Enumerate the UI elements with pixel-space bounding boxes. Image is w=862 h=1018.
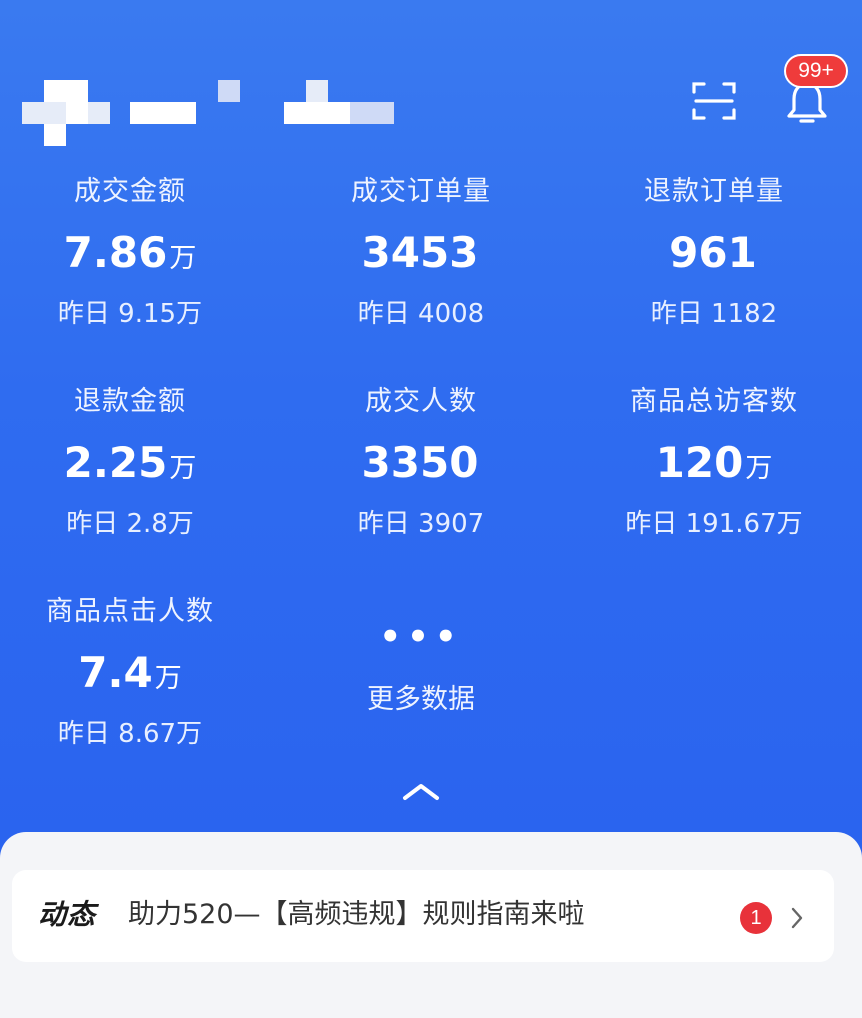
- stat-label: 成交订单量: [351, 176, 491, 207]
- stat-value: 2.25万: [63, 438, 197, 487]
- stat-buyers[interactable]: 成交人数 3350 昨日 3907: [281, 386, 561, 540]
- more-data-button[interactable]: ••• 更多数据: [281, 620, 561, 716]
- stat-label: 成交人数: [365, 386, 477, 417]
- stat-value: 3350: [361, 438, 479, 487]
- stat-yesterday: 昨日 2.8万: [66, 509, 194, 539]
- stat-yesterday: 昨日 3907: [357, 509, 485, 539]
- shop-name-blurred: [22, 80, 442, 150]
- news-tag: 动态: [38, 898, 97, 931]
- stat-yesterday: 昨日 191.67万: [625, 509, 803, 539]
- stat-label: 商品点击人数: [46, 596, 214, 627]
- next-section-peek: [0, 990, 862, 1018]
- stat-value: 7.4万: [78, 648, 182, 697]
- chevron-right-icon: [791, 907, 803, 929]
- notification-button[interactable]: 99+: [780, 54, 852, 134]
- stat-value: 7.86万: [63, 228, 197, 277]
- stat-label: 退款订单量: [644, 176, 784, 207]
- stat-gmv[interactable]: 成交金额 7.86万 昨日 9.15万: [0, 176, 270, 330]
- stat-refund-orders[interactable]: 退款订单量 961 昨日 1182: [574, 176, 854, 330]
- stat-yesterday: 昨日 4008: [357, 299, 485, 329]
- stat-yesterday: 昨日 9.15万: [57, 299, 203, 329]
- more-dots-icon: •••: [379, 617, 463, 657]
- stat-orders[interactable]: 成交订单量 3453 昨日 4008: [281, 176, 561, 330]
- stat-value: 3453: [361, 228, 479, 277]
- news-banner[interactable]: 动态 助力520—【高频违规】规则指南来啦 1: [12, 870, 834, 962]
- scan-icon[interactable]: [692, 80, 736, 122]
- stat-yesterday: 昨日 8.67万: [57, 719, 203, 749]
- news-count-badge: 1: [740, 902, 772, 934]
- stat-clicks[interactable]: 商品点击人数 7.4万 昨日 8.67万: [0, 596, 270, 750]
- stat-label: 商品总访客数: [630, 386, 798, 417]
- news-text: 助力520—【高频违规】规则指南来啦: [128, 899, 585, 930]
- stat-value: 120万: [655, 438, 773, 487]
- stat-value: 961: [669, 228, 757, 277]
- chevron-up-icon[interactable]: [401, 780, 441, 804]
- notification-badge: 99+: [784, 54, 848, 88]
- stat-yesterday: 昨日 1182: [650, 299, 778, 329]
- stat-label: 成交金额: [74, 176, 186, 207]
- dashboard-header: 99+ 成交金额 7.86万 昨日 9.15万 成交订单量 3453 昨日 40…: [0, 0, 862, 870]
- stat-label: 退款金额: [74, 386, 186, 417]
- stat-refund-amount[interactable]: 退款金额 2.25万 昨日 2.8万: [0, 386, 270, 540]
- more-data-label: 更多数据: [367, 684, 475, 715]
- stat-visitors[interactable]: 商品总访客数 120万 昨日 191.67万: [574, 386, 854, 540]
